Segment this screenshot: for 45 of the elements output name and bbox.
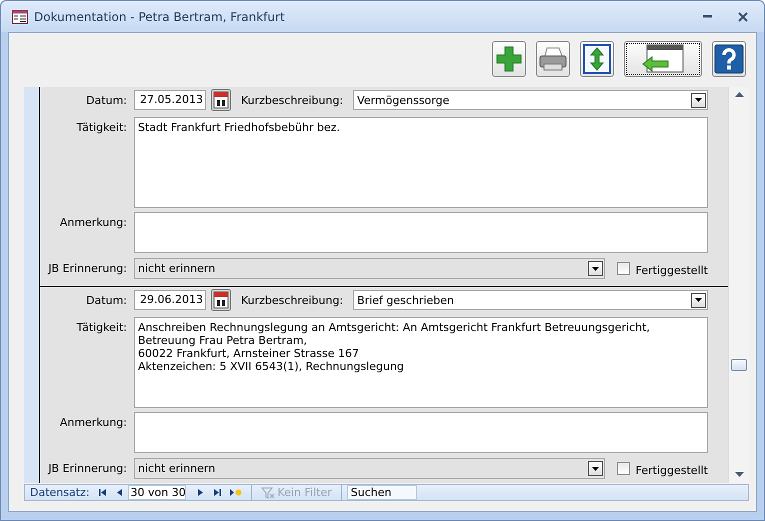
record-label: Datensatz: bbox=[29, 486, 91, 499]
date-field[interactable]: 27.05.2013 bbox=[134, 90, 206, 110]
field-label: Anmerkung: bbox=[60, 416, 127, 429]
calendar-icon[interactable] bbox=[211, 89, 231, 111]
window-arrow-icon bbox=[641, 44, 685, 74]
record-selector[interactable] bbox=[24, 87, 40, 483]
checkbox[interactable] bbox=[616, 262, 630, 275]
calendar-icon[interactable] bbox=[211, 289, 231, 311]
field-label: Tätigkeit: bbox=[76, 321, 127, 334]
printer-icon bbox=[538, 46, 568, 72]
scrollbar-thumb[interactable] bbox=[731, 359, 747, 371]
field-label: Datum: bbox=[86, 294, 127, 306]
field-label: Anmerkung: bbox=[60, 216, 127, 229]
help-button[interactable] bbox=[712, 41, 746, 77]
search-field[interactable]: Suchen bbox=[346, 485, 417, 500]
dropdown-field[interactable]: Vermögenssorge bbox=[353, 90, 708, 110]
return-button[interactable] bbox=[624, 41, 702, 77]
close-icon bbox=[738, 12, 748, 22]
minimize-icon bbox=[702, 15, 712, 18]
sort-button[interactable] bbox=[580, 41, 614, 77]
scroll-up-icon[interactable] bbox=[734, 92, 744, 97]
field-label: JB Erinnerung: bbox=[48, 462, 127, 475]
plus-icon bbox=[495, 45, 523, 73]
text-area[interactable]: Anschreiben Rechnungslegung an Amtsgericht: An Amtsgericht Frankfurt Betreuungsgericht, Betreuung Frau Petra Bertram, 60022 Frankfurt, Arnsteiner Strasse 167 Aktenzeichen: 5 XVII 6543(1), Rechnungslegung bbox=[134, 317, 708, 408]
field-label: Kurzbeschreibung: bbox=[241, 94, 344, 106]
print-button[interactable] bbox=[536, 41, 570, 77]
field-label: Tätigkeit: bbox=[76, 121, 127, 134]
help-icon bbox=[714, 44, 744, 74]
text-area[interactable]: Stadt Frankfurt Friedhofsbebühr bez. bbox=[134, 117, 708, 208]
field-label: Kurzbeschreibung: bbox=[241, 294, 344, 306]
date-field[interactable]: 29.06.2013 bbox=[134, 290, 206, 310]
dropdown-field[interactable]: nicht erinnern bbox=[134, 458, 605, 479]
add-button[interactable] bbox=[492, 41, 526, 77]
scroll-down-icon[interactable] bbox=[734, 472, 744, 477]
checkbox-label: Fertiggestellt bbox=[636, 462, 708, 476]
field-label: JB Erinnerung: bbox=[48, 262, 127, 275]
dropdown-field[interactable]: Brief geschrieben bbox=[353, 290, 708, 310]
checkbox-label: Fertiggestellt bbox=[636, 262, 708, 276]
window-title: Dokumentation - Petra Bertram, Frankfurt bbox=[34, 10, 286, 24]
record-position-field[interactable]: 30 von 30 bbox=[128, 485, 186, 500]
dropdown-field[interactable]: nicht erinnern bbox=[134, 258, 605, 279]
filter-icon bbox=[260, 486, 275, 498]
checkbox[interactable] bbox=[616, 462, 630, 475]
field-label: Datum: bbox=[86, 94, 127, 106]
form-icon bbox=[12, 10, 28, 24]
